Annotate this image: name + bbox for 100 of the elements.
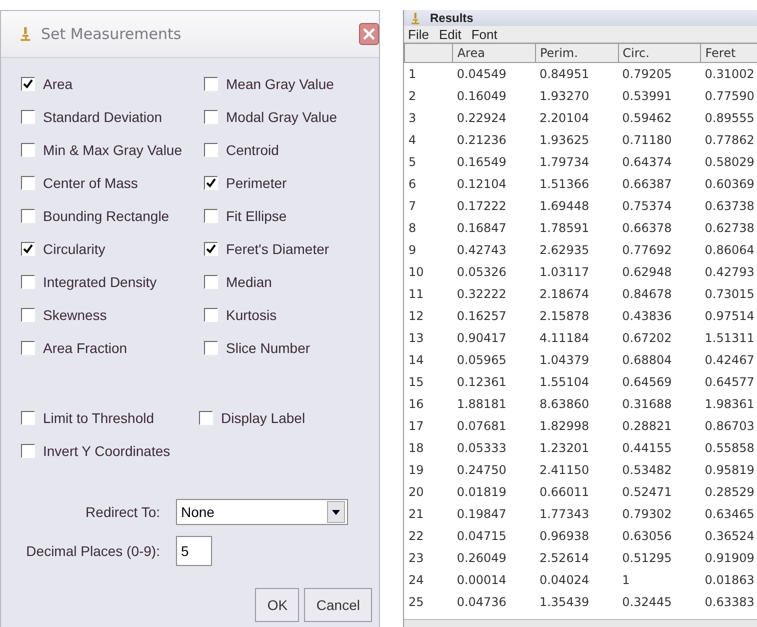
checkbox-label: Feret's Diameter [226, 241, 330, 257]
checkbox[interactable] [204, 143, 218, 157]
checkbox[interactable] [21, 444, 35, 458]
checkbox[interactable] [21, 341, 35, 355]
table-cell-text: 0.84678 [621, 286, 673, 303]
checkbox[interactable] [204, 176, 218, 190]
cancel-button[interactable]: Cancel [304, 588, 372, 622]
table-cell-text: 4.11184 [538, 330, 590, 347]
table-cell-text: 0.60369 [704, 176, 756, 193]
table-cell-text: 2.15878 [538, 308, 590, 325]
table-cell-text: 6 [408, 176, 418, 193]
checkbox[interactable] [21, 308, 35, 322]
table-cell: 0.31002 [700, 62, 757, 85]
table-cell-text: 0.01819 [456, 484, 508, 501]
table-cell-text: 0.24750 [456, 462, 508, 479]
table-cell-text: 10 [408, 264, 425, 281]
checkbox-label: Centroid [226, 142, 279, 158]
table-cell-text: 2.18674 [538, 286, 590, 303]
table-cell-text: 0.86064 [704, 242, 756, 259]
checkbox-label: Min & Max Gray Value [43, 142, 182, 158]
table-cell-text: 0.55858 [704, 440, 756, 457]
table-cell-text: 9 [408, 242, 418, 259]
table-cell-text: 0.68804 [621, 352, 673, 369]
table-cell-text: 4 [408, 132, 418, 149]
checkbox[interactable] [21, 209, 35, 223]
table-cell-text: 0.90417 [456, 330, 508, 347]
checkbox[interactable] [21, 143, 35, 157]
checkbox[interactable] [21, 275, 35, 289]
checkbox-label: Slice Number [226, 340, 310, 356]
checkbox-label: Modal Gray Value [226, 109, 338, 125]
table-cell-text: 0.01863 [704, 572, 756, 589]
table-cell-text: 1.78591 [538, 220, 590, 237]
column-header[interactable]: Perim. [535, 44, 618, 62]
table-cell: 0.84951 [535, 62, 618, 85]
redirect-dropdown[interactable]: None [176, 499, 348, 525]
table-cell-text: 2.20104 [538, 110, 590, 127]
table-cell-text: 14 [408, 352, 425, 369]
table-cell-text: 0.95819 [704, 462, 756, 479]
column-header[interactable]: Circ. [618, 44, 701, 62]
table-cell-text: 0.86703 [704, 418, 756, 435]
decimal-places-field[interactable]: 5 [176, 536, 212, 566]
table-cell-text: 0.79302 [621, 506, 673, 523]
checkbox[interactable] [21, 242, 35, 256]
checkbox[interactable] [21, 176, 35, 190]
checkbox[interactable] [204, 308, 218, 322]
checkbox[interactable] [199, 411, 213, 425]
menu-item[interactable]: Font [471, 26, 498, 42]
table-cell-text: 11 [408, 286, 425, 303]
table-cell-text: 0.07681 [456, 418, 508, 435]
checkbox[interactable] [21, 411, 35, 425]
menu-item[interactable]: File [408, 26, 429, 42]
table-cell-text: 0.28821 [621, 418, 673, 435]
checkbox[interactable] [21, 77, 35, 91]
horizontal-scrollbar[interactable] [404, 619, 757, 627]
table-cell-text: 0.26049 [456, 550, 508, 567]
column-header[interactable]: Area [452, 44, 536, 62]
checkbox[interactable] [204, 242, 218, 256]
field-label: Decimal Places (0-9): [25, 543, 161, 559]
table-cell-text: 5 [408, 154, 418, 171]
table-cell-text: 1.23201 [538, 440, 590, 457]
checkbox[interactable] [204, 341, 218, 355]
column-header[interactable]: Feret [700, 44, 757, 62]
table-cell-text: 0.21236 [456, 132, 508, 149]
menu-item[interactable]: Edit [438, 26, 462, 42]
table-cell-text: 0.04736 [456, 594, 508, 611]
table-cell-text: 7 [408, 198, 418, 215]
close-icon [363, 28, 375, 40]
table-cell-text: 0.42743 [456, 242, 508, 259]
table-cell-text: 19 [408, 462, 425, 479]
close-button[interactable] [359, 23, 379, 45]
table-cell-text: 0.71180 [621, 132, 673, 149]
table-cell: 0.04549 [452, 62, 536, 85]
table-cell-text: 21 [408, 506, 425, 523]
table-cell-text: 0.00014 [456, 572, 508, 589]
checkbox[interactable] [204, 77, 218, 91]
table-cell-text: 1.03117 [538, 264, 590, 281]
table-cell-text: 0.12361 [456, 374, 508, 391]
table-cell-text: 0.19847 [456, 506, 508, 523]
table-cell-text: 8 [408, 220, 418, 237]
table-cell-text: 0.77862 [704, 132, 756, 149]
table-cell-text: 0.05326 [456, 264, 508, 281]
table-cell-text: 0.17222 [456, 198, 508, 215]
ok-button[interactable]: OK [255, 588, 300, 622]
table-cell-text: 0.12104 [456, 176, 508, 193]
table-cell-text: 0.05965 [456, 352, 508, 369]
checkbox-label: Circularity [43, 241, 106, 257]
table-cell-text: 1.93625 [538, 132, 590, 149]
table-cell-text: 0.53482 [621, 462, 673, 479]
checkbox-label: Bounding Rectangle [43, 208, 170, 224]
checkbox-label: Median [226, 274, 272, 290]
table-cell-text: 1.35439 [538, 594, 590, 611]
checkbox[interactable] [21, 110, 35, 124]
table-cell-text: 1.51311 [704, 330, 756, 347]
table-cell-text: 0.73015 [704, 286, 756, 303]
checkbox[interactable] [204, 209, 218, 223]
table-cell-text: 0.16049 [456, 88, 508, 105]
table-cell-text: 12 [408, 308, 425, 325]
checkbox-label: Kurtosis [226, 307, 277, 323]
checkbox[interactable] [204, 110, 218, 124]
checkbox[interactable] [204, 275, 218, 289]
